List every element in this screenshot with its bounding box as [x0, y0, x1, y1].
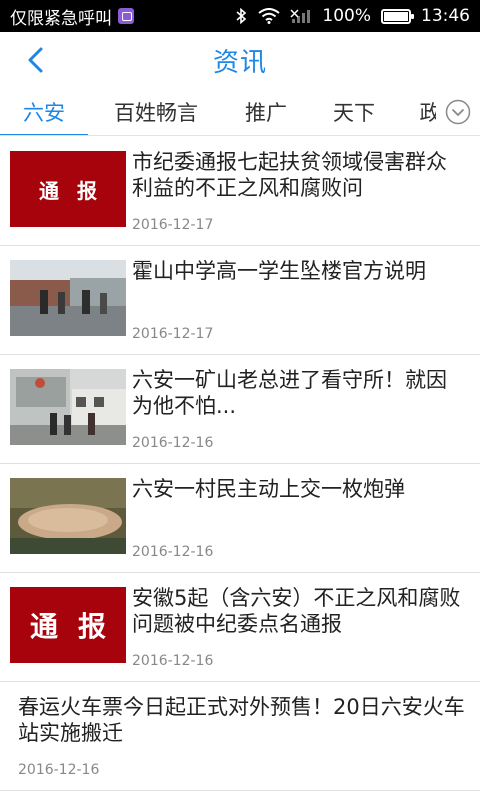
- thumbnail-text: 通报: [30, 610, 126, 643]
- news-date: 2016-12-16: [18, 762, 100, 778]
- news-date: 2016-12-17: [132, 217, 214, 233]
- news-headline: 霍山中学高一学生坠楼官方说明: [132, 259, 426, 283]
- thumbnail-text: 通报: [39, 178, 115, 203]
- category-tabs: 六安 百姓畅言 推广 天下 政: [0, 88, 480, 136]
- back-button[interactable]: [18, 44, 54, 76]
- news-date: 2016-12-16: [132, 544, 214, 560]
- status-bar: 仅限紧急呼叫 100% 13:46: [0, 0, 480, 32]
- page-title: 资讯: [212, 47, 267, 78]
- news-date: 2016-12-16: [132, 435, 214, 451]
- news-date: 2016-12-17: [132, 326, 214, 342]
- news-thumbnail: [10, 260, 126, 336]
- tab-label: 推广: [245, 100, 287, 125]
- news-item[interactable]: 霍山中学高一学生坠楼官方说明 2016-12-17: [0, 246, 480, 355]
- news-item[interactable]: 六安一矿山老总进了看守所！就因为他不怕... 2016-12-16: [0, 355, 480, 464]
- news-headline: 安徽5起（含六安）不正之风和腐败问题被中纪委点名通报: [132, 586, 461, 636]
- chevron-left-icon: [28, 47, 43, 73]
- tab-tuiguang[interactable]: 推广: [224, 88, 308, 135]
- battery-percent: 100%: [322, 6, 371, 26]
- app-bar: 资讯: [0, 32, 480, 88]
- tabs-more-button[interactable]: [436, 88, 480, 135]
- news-thumbnail: 通报: [10, 587, 126, 663]
- status-right: 100% 13:46: [234, 6, 470, 26]
- news-item[interactable]: 春运火车票今日起正式对外预售！20日六安火车站实施搬迁 2016-12-16: [0, 682, 480, 791]
- news-headline: 春运火车票今日起正式对外预售！20日六安火车站实施搬迁: [18, 695, 465, 745]
- news-item[interactable]: 通报 市纪委通报七起扶贫领域侵害群众利益的不正之风和腐败问 2016-12-17: [0, 137, 480, 246]
- carrier-text: 仅限紧急呼叫: [10, 8, 112, 29]
- tab-label: 天下: [333, 100, 375, 125]
- news-thumbnail: 通报: [10, 151, 126, 227]
- tab-liuan[interactable]: 六安: [0, 88, 88, 135]
- news-headline: 市纪委通报七起扶贫领域侵害群众利益的不正之风和腐败问: [132, 150, 447, 200]
- news-headline: 六安一矿山老总进了看守所！就因为他不怕...: [132, 368, 447, 418]
- news-thumbnail: [10, 478, 126, 554]
- battery-icon: [381, 8, 414, 24]
- tab-baixing[interactable]: 百姓畅言: [88, 88, 224, 135]
- news-item[interactable]: 六安一村民主动上交一枚炮弹 2016-12-16: [0, 464, 480, 573]
- news-item[interactable]: 通报 安徽5起（含六安）不正之风和腐败问题被中纪委点名通报 2016-12-16: [0, 573, 480, 682]
- app-badge-icon: [118, 8, 134, 24]
- battery-fill: [384, 11, 408, 21]
- tab-label: 六安: [23, 100, 65, 125]
- news-thumbnail: [10, 369, 126, 445]
- tab-tianxia[interactable]: 天下: [308, 88, 400, 135]
- wifi-icon: [258, 8, 281, 24]
- clock: 13:46: [421, 6, 470, 26]
- news-list: 通报 市纪委通报七起扶贫领域侵害群众利益的不正之风和腐败问 2016-12-17…: [0, 137, 480, 791]
- no-signal-icon: [290, 8, 312, 24]
- active-tab-indicator: [0, 133, 88, 135]
- bluetooth-icon: [234, 7, 248, 25]
- tab-label: 百姓畅言: [114, 100, 198, 125]
- news-date: 2016-12-16: [132, 653, 214, 669]
- chevron-down-circle-icon: [445, 99, 471, 125]
- news-headline: 六安一村民主动上交一枚炮弹: [132, 477, 405, 501]
- carrier-group: 仅限紧急呼叫: [10, 4, 134, 29]
